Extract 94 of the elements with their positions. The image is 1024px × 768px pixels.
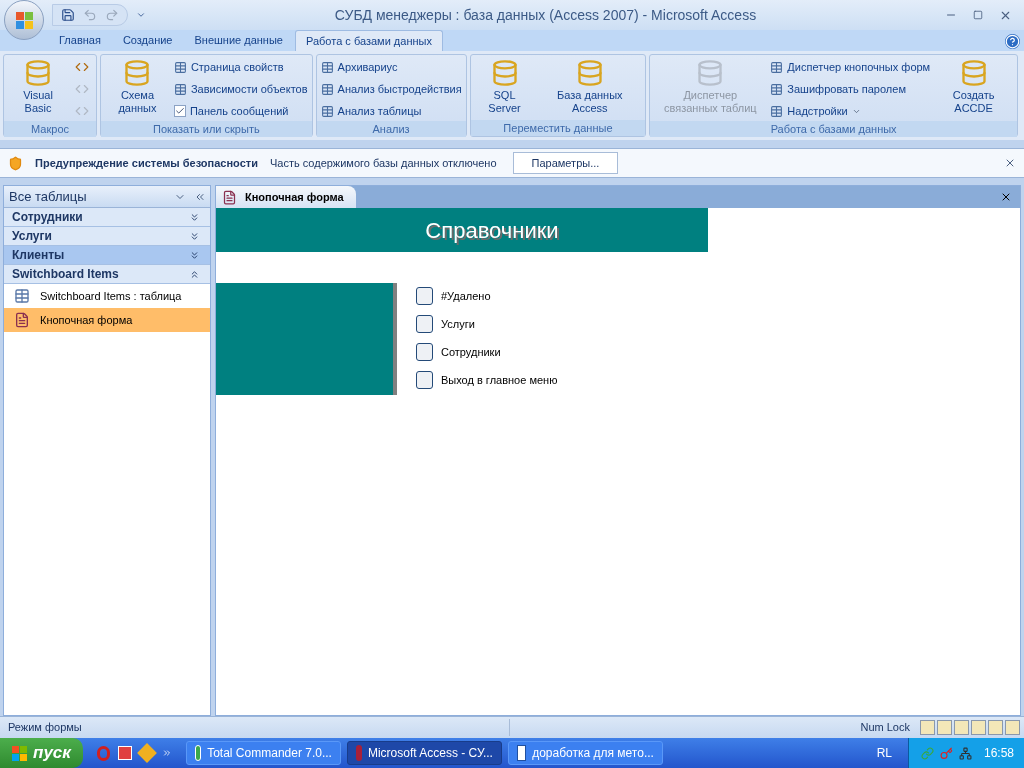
ribbon-small-button[interactable]: Страница свойств [173,57,308,77]
view-icon[interactable] [937,720,952,735]
option-button[interactable] [416,315,433,333]
table-icon [770,104,784,118]
status-text: Режим формы [0,719,510,736]
option-label: Выход в главное меню [441,372,558,388]
code-icon [75,60,90,74]
option-button[interactable] [416,287,433,305]
option-label: #Удалено [441,288,491,304]
ribbon-large-button[interactable]: Создать ACCDE [934,57,1013,121]
database-icon [490,59,519,87]
ribbon-small-button[interactable]: Архивариус [320,57,462,77]
start-button[interactable]: пуск [0,738,83,768]
form-title: Справочники [425,216,559,245]
ribbon-group-label: Анализ [316,121,466,137]
table-icon [320,104,334,118]
view-icon[interactable] [954,720,969,735]
taskbar-button[interactable]: Total Commander 7.0... [185,741,341,765]
save-icon[interactable] [61,8,75,22]
option-label: Услуги [441,316,475,332]
form-icon [222,189,237,205]
database-icon [696,59,725,87]
database-icon [575,59,604,87]
checkbox[interactable] [173,105,186,117]
ribbon-group-label: Макрос [4,121,97,137]
check-icon [174,106,185,116]
ribbon-tab[interactable]: Внешние данные [184,30,293,51]
nav-group-header[interactable]: Услуги [4,227,210,246]
table-icon [173,60,187,74]
more-icon[interactable] [161,748,172,758]
close-icon[interactable] [1004,157,1016,169]
customize-icon[interactable] [136,10,146,20]
ribbon-group-label: Показать или скрыть [101,121,312,137]
nav-group-header[interactable]: Switchboard Items [4,265,210,284]
ribbon-large-button[interactable]: SQL Server [474,57,535,120]
table-icon [14,288,30,304]
view-icon[interactable] [971,720,986,735]
ribbon-group-label: Переместить данные [470,120,646,136]
help-icon[interactable] [1005,34,1020,49]
ribbon-group-label: Работа с базами данных [650,121,1017,137]
nav-group-header[interactable]: Сотрудники [4,208,210,227]
option-button[interactable] [416,343,433,361]
database-icon [959,59,988,87]
table-icon [770,82,784,96]
table-icon [320,82,334,96]
database-icon [123,59,152,87]
view-icon[interactable] [988,720,1003,735]
shield-icon [8,155,23,171]
ribbon-tab[interactable]: Работа с базами данных [294,30,443,51]
options-button[interactable]: Параметры... [512,152,619,174]
checkbox-label: Панель сообщений [189,103,289,119]
num-lock-indicator: Num Lock [860,720,911,736]
document-tab[interactable]: Кнопочная форма [216,186,356,208]
ribbon-small-button[interactable]: Зависимости объектов [173,79,308,99]
ribbon-tab[interactable]: Главная [49,30,111,51]
table-icon [770,60,784,74]
code-icon [75,82,90,96]
code-icon [75,104,90,118]
option-button[interactable] [416,371,433,389]
option-label: Сотрудники [441,344,501,360]
view-icon[interactable] [1005,720,1020,735]
warning-message: Часть содержимого базы данных отключено [269,155,497,171]
form-icon [14,312,30,328]
ribbon-large-button[interactable]: Visual Basic [8,57,69,121]
chevrons-down-icon [189,249,200,261]
ribbon-small-button[interactable]: Надстройки [770,101,931,121]
clock: 16:58 [983,745,1014,762]
nav-item[interactable]: Кнопочная форма [4,308,210,332]
chevrons-up-icon [189,268,200,280]
restore-icon[interactable] [973,10,983,20]
ribbon-small-button[interactable]: Зашифровать паролем [770,79,931,99]
undo-icon[interactable] [83,8,97,22]
window-title: СУБД менеджеры : база данных (Access 2007) - Microsoft Access [333,5,758,25]
ribbon-small-button[interactable]: Анализ быстродействия [320,79,462,99]
ribbon-small-button[interactable]: Анализ таблицы [320,101,462,121]
redo-icon[interactable] [105,8,119,22]
warning-title: Предупреждение системы безопасности [35,155,258,171]
nav-group-header[interactable]: Клиенты [4,246,210,265]
table-icon [320,60,334,74]
ribbon-large-button[interactable]: База данных Access [538,57,642,120]
office-button[interactable] [4,0,44,40]
pane-title: Все таблицы [9,187,88,206]
database-icon [24,59,53,87]
taskbar-button[interactable]: доработка для мето... [507,741,663,765]
ribbon-large-button[interactable]: Схема данных [105,57,170,121]
taskbar-button[interactable]: Microsoft Access - СУ... [346,741,502,765]
document-icon [516,745,527,761]
view-icon[interactable] [920,720,935,735]
chevrons-down-icon [189,230,200,242]
ribbon-small-button[interactable]: Диспетчер кнопочных форм [770,57,931,77]
table-icon [173,82,187,96]
ribbon-tab[interactable]: Создание [112,30,183,51]
language-indicator[interactable]: RL [876,744,892,762]
chevrons-down-icon [189,211,200,223]
